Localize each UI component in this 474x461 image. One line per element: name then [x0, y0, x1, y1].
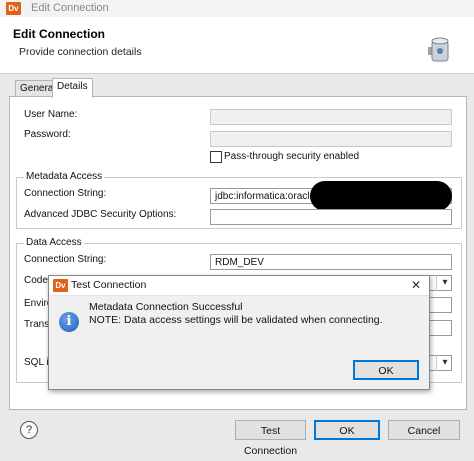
test-connection-button[interactable]: Test Connection — [235, 420, 306, 457]
code-label: Code — [24, 275, 48, 286]
data-access-title: Data Access — [24, 237, 84, 248]
dialog-header: Edit Connection Provide connection detai… — [0, 17, 474, 74]
advanced-jdbc-input[interactable] — [210, 209, 452, 225]
dialog-message-line1: Metadata Connection Successful — [89, 301, 243, 313]
tab-details[interactable]: Details — [52, 78, 93, 98]
window-title-bar: Dv Edit Connection — [0, 0, 474, 17]
dialog-title: Test Connection — [71, 279, 147, 291]
passthrough-checkbox[interactable] — [210, 151, 222, 163]
advanced-jdbc-label: Advanced JDBC Security Options: — [24, 209, 177, 220]
info-icon: i — [59, 312, 79, 332]
header-subtitle: Provide connection details — [19, 46, 142, 58]
window-title: Edit Connection — [31, 2, 109, 14]
dialog-app-icon: Dv — [53, 279, 68, 292]
header-title: Edit Connection — [13, 27, 105, 41]
user-name-input[interactable] — [210, 109, 452, 125]
passthrough-label: Pass-through security enabled — [224, 151, 360, 162]
chevron-down-icon[interactable]: ▾ — [436, 275, 453, 291]
dialog-ok-button[interactable]: OK — [353, 360, 419, 380]
metadata-access-title: Metadata Access — [24, 171, 105, 182]
help-icon[interactable]: ? — [20, 421, 38, 439]
test-connection-dialog: Dv Test Connection ✕ i Metadata Connecti… — [48, 275, 430, 390]
data-connection-string-input[interactable]: RDM_DEV — [210, 254, 452, 270]
app-icon: Dv — [6, 2, 21, 15]
user-name-label: User Name: — [24, 109, 78, 120]
chevron-down-icon[interactable]: ▾ — [436, 355, 453, 371]
dialog-body: i Metadata Connection Successful NOTE: D… — [49, 296, 429, 389]
cancel-button[interactable]: Cancel — [388, 420, 460, 440]
database-plug-icon — [426, 33, 450, 65]
dialog-title-bar: Dv Test Connection ✕ — [49, 276, 429, 296]
password-input[interactable] — [210, 131, 452, 147]
password-label: Password: — [24, 129, 71, 140]
close-icon[interactable]: ✕ — [411, 278, 421, 292]
data-connection-string-label: Connection String: — [24, 254, 107, 265]
dialog-message-line2: NOTE: Data access settings will be valid… — [89, 314, 383, 326]
metadata-connection-string-label: Connection String: — [24, 188, 107, 199]
redaction-mark — [310, 181, 452, 211]
ok-button[interactable]: OK — [314, 420, 380, 440]
